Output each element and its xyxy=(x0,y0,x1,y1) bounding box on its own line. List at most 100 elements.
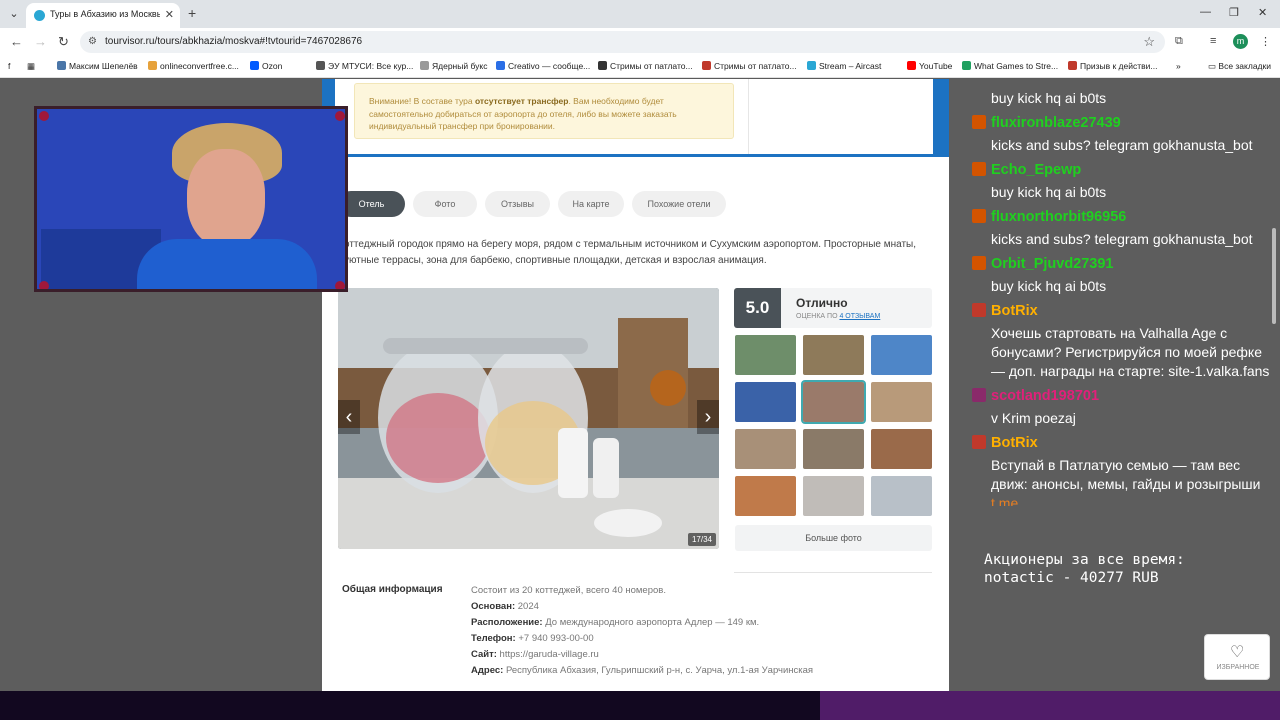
bookmark-item[interactable]: Stream – Aircast xyxy=(807,61,881,71)
bookmark-item[interactable]: Стримы от патлато... xyxy=(598,61,693,71)
chat-username-row: Orbit_Pjuvd27391 xyxy=(972,255,1114,272)
photo-thumbnail[interactable] xyxy=(803,429,864,469)
extensions-icon[interactable]: ⧉ xyxy=(1175,35,1183,48)
photo-thumbnail[interactable] xyxy=(801,380,866,424)
chat-message-text: Вступай в Патлатую семью — там вес xyxy=(991,457,1241,473)
chat-message: Хочешь стартовать на Valhalla Age с xyxy=(991,325,1227,341)
chat-message-text: — доп. награды на старте: site-1.valka.f… xyxy=(991,363,1270,379)
bookmark-item[interactable]: Ядерный букс xyxy=(420,61,487,71)
photo-thumbnail[interactable] xyxy=(871,382,932,422)
bookmark-favicon-icon xyxy=(420,61,429,70)
info-founded: Основан: 2024 xyxy=(471,599,931,615)
bookmark-star-icon[interactable]: ☆ xyxy=(1143,34,1155,50)
tab-hotel[interactable]: Отель xyxy=(338,191,405,217)
more-photos-button[interactable]: Больше фото xyxy=(735,525,932,551)
photo-thumbnail[interactable] xyxy=(735,476,796,516)
transfer-warning: Внимание! В составе тура отсутствует тра… xyxy=(354,83,734,139)
bookmark-item[interactable]: Creativo — сообще... xyxy=(496,61,590,71)
media-icon[interactable]: ≡ xyxy=(1210,35,1216,47)
all-bookmarks[interactable]: ▭ Все закладки xyxy=(1208,61,1271,72)
chat-username[interactable]: Orbit_Pjuvd27391 xyxy=(991,256,1114,272)
close-window-icon[interactable]: ✕ xyxy=(1258,6,1267,19)
chat-username[interactable]: BotRix xyxy=(991,303,1038,319)
hotel-tabs: Отель Фото Отзывы На карте Похожие отели xyxy=(322,191,949,219)
user-badge-icon xyxy=(972,209,986,223)
photo-thumbnail[interactable] xyxy=(871,429,932,469)
user-badge-icon xyxy=(972,303,986,317)
rose-decoration xyxy=(335,281,345,289)
forward-icon[interactable]: → xyxy=(34,34,47,49)
address-bar[interactable]: ⚙ tourvisor.ru/tours/abkhazia/moskva#!tv… xyxy=(80,31,1165,53)
bookmark-label: Stream – Aircast xyxy=(819,61,882,71)
tab-photo[interactable]: Фото xyxy=(413,191,477,217)
rating-score: 5.0 xyxy=(734,288,781,328)
bookmark-item[interactable]: Призыв к действи... xyxy=(1068,61,1157,71)
webcam-shirt xyxy=(137,239,317,289)
photo-thumbnail[interactable] xyxy=(871,476,932,516)
photo-thumbnail[interactable] xyxy=(735,429,796,469)
shareholders-stats: Акционеры за все время: notactic - 40277… xyxy=(984,551,1185,587)
bookmarks-menu-icon[interactable]: f xyxy=(8,61,10,71)
profile-avatar[interactable]: m xyxy=(1233,34,1248,49)
photo-thumbnail[interactable] xyxy=(735,382,796,422)
chat-message: бонусами? Регистрируйся по моей рефке xyxy=(991,344,1262,360)
bookmark-item[interactable]: YouTube xyxy=(907,61,952,71)
gallery-next-icon[interactable]: › xyxy=(697,400,719,434)
menu-icon[interactable]: ⋮ xyxy=(1260,35,1271,48)
chat-username[interactable]: fluxnorthorbit96956 xyxy=(991,209,1126,225)
info-founded-label: Основан: xyxy=(471,601,516,612)
bookmark-favicon-icon xyxy=(807,61,816,70)
gallery-counter: 17/34 xyxy=(687,533,716,546)
bookmark-label: onlineconvertfree.c... xyxy=(160,61,239,71)
bookmark-item[interactable]: Максим Шепелёв xyxy=(57,61,138,71)
minimize-icon[interactable]: — xyxy=(1200,6,1211,18)
active-tab[interactable]: Туры в Абхазию из Москвы 2... ✕ xyxy=(26,3,180,28)
back-icon[interactable]: ← xyxy=(10,34,23,49)
bookmark-item[interactable]: Ozon xyxy=(250,61,282,71)
tab-close-icon[interactable]: ✕ xyxy=(165,8,174,21)
tab-similar-hotels[interactable]: Похожие отели xyxy=(632,191,726,217)
apps-icon[interactable]: ▦ xyxy=(27,61,35,72)
site-info-icon[interactable]: ⚙ xyxy=(88,36,97,47)
info-site-link[interactable]: https://garuda-village.ru xyxy=(497,649,599,660)
photo-gallery[interactable]: ‹ › 17/34 xyxy=(338,288,719,549)
bookmark-label: Ozon xyxy=(262,61,283,71)
tab-search-icon[interactable]: ⌄ xyxy=(6,6,22,22)
photo-thumbnail[interactable] xyxy=(803,335,864,375)
chat-scrollbar[interactable] xyxy=(1272,228,1276,324)
chat-message: Вступай в Патлатую семью — там вес xyxy=(991,457,1240,473)
card-divider xyxy=(748,79,749,154)
tab-bar: ⌄ Туры в Абхазию из Москвы 2... ✕ + — ❐ … xyxy=(0,0,1280,28)
bookmark-item[interactable]: ЭУ МТУСИ: Все кур... xyxy=(316,61,413,71)
gallery-prev-icon[interactable]: ‹ xyxy=(338,400,360,434)
bookmark-item[interactable]: onlineconvertfree.c... xyxy=(148,61,239,71)
chat-message-text: движ: анонсы, мемы, гайды и розыгрыши xyxy=(991,476,1261,492)
new-tab-icon[interactable]: + xyxy=(188,5,196,21)
restore-icon[interactable]: ❐ xyxy=(1229,6,1239,19)
bookmark-label: Creativo — сообще... xyxy=(508,61,591,71)
all-bookmarks-label: Все закладки xyxy=(1218,61,1271,71)
photo-thumbnail[interactable] xyxy=(871,335,932,375)
info-founded-value: 2024 xyxy=(515,601,539,612)
favorites-button[interactable]: ♡ ИЗБРАННОЕ xyxy=(1204,634,1270,680)
tab-reviews[interactable]: Отзывы xyxy=(485,191,550,217)
bookmark-favicon-icon xyxy=(148,61,157,70)
photo-thumbnail[interactable] xyxy=(735,335,796,375)
chat-message-text: kicks and subs? telegram gokhanusta_bot xyxy=(991,137,1253,153)
chat-username[interactable]: scotland198701 xyxy=(991,388,1099,404)
reload-icon[interactable]: ↻ xyxy=(58,34,69,50)
bookmark-favicon-icon xyxy=(962,61,971,70)
bookmark-item[interactable]: Стримы от патлато... xyxy=(702,61,797,71)
tab-map[interactable]: На карте xyxy=(558,191,624,217)
chat-username[interactable]: BotRix xyxy=(991,435,1038,451)
bookmark-item[interactable]: What Games to Stre... xyxy=(962,61,1058,71)
info-location: Расположение: До международного аэропорт… xyxy=(471,615,931,631)
reviews-link[interactable]: 4 ОТЗЫВАМ xyxy=(839,313,880,320)
rose-decoration xyxy=(39,111,49,121)
bookmark-label: Максим Шепелёв xyxy=(69,61,138,71)
more-bookmarks-icon[interactable]: » xyxy=(1176,61,1181,71)
heart-icon: ♡ xyxy=(1230,644,1245,661)
photo-thumbnail[interactable] xyxy=(803,476,864,516)
chat-username[interactable]: Echo_Epewp xyxy=(991,162,1081,178)
chat-username[interactable]: fluxironblaze27439 xyxy=(991,115,1121,131)
